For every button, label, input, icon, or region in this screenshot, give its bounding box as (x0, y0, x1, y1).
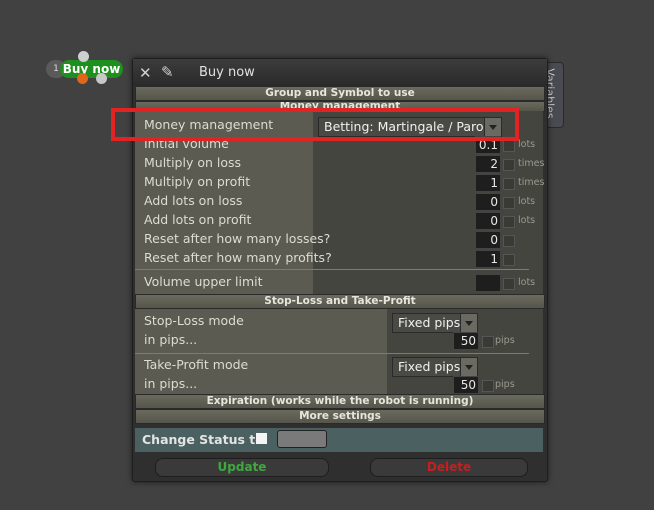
money-row-label: Add lots on loss (144, 193, 243, 208)
tp-mode-select[interactable]: Fixed pips (392, 357, 478, 377)
money-row-input[interactable]: 2 (475, 155, 501, 173)
divider (135, 353, 529, 354)
money-row: Multiply on profit 1 times (135, 174, 545, 193)
money-row-unit: times (518, 158, 545, 169)
close-icon[interactable]: ✕ (139, 64, 152, 82)
volume-upper-checkbox[interactable] (503, 278, 515, 290)
change-status-input[interactable] (277, 430, 327, 448)
money-row-input[interactable]: 0 (475, 193, 501, 211)
money-row-checkbox[interactable] (503, 254, 515, 266)
section-more-settings[interactable]: More settings (135, 409, 545, 424)
money-row-label: Reset after how many profits? (144, 250, 332, 265)
sl-pips-unit: pips (495, 335, 515, 346)
money-row-input[interactable]: 1 (475, 250, 501, 268)
variables-tab[interactable]: Variables (544, 62, 564, 128)
change-status-checkbox[interactable] (256, 433, 267, 444)
money-row-label: Reset after how many losses? (144, 231, 331, 246)
money-row-unit: lots (518, 215, 536, 226)
tp-pips-label: in pips... (144, 376, 198, 391)
update-button[interactable]: Update (155, 458, 329, 477)
money-row: Add lots on loss 0 lots (135, 193, 543, 212)
money-row-input[interactable]: 0 (475, 212, 501, 230)
block-window: ✕ ✎ Buy now Group and Symbol to use Mone… (111, 58, 548, 482)
money-row-unit: lots (518, 196, 536, 207)
connector-top-icon[interactable] (78, 51, 89, 62)
tp-pips-checkbox[interactable] (482, 380, 494, 392)
money-row: Reset after how many profits? 1 (135, 250, 543, 269)
money-row-checkbox[interactable] (503, 140, 515, 152)
window-title: Buy now (199, 65, 255, 80)
node-button[interactable]: Buy now (60, 60, 123, 78)
volume-upper-input[interactable] (475, 274, 501, 292)
money-row-label: Multiply on loss (144, 155, 242, 170)
chevron-down-icon[interactable] (460, 358, 477, 376)
section-sl-tp[interactable]: Stop-Loss and Take-Profit (135, 294, 545, 309)
money-row-label: Multiply on profit (144, 174, 251, 189)
connector-orange-icon[interactable] (77, 73, 88, 84)
volume-upper-label: Volume upper limit (144, 274, 263, 289)
delete-button[interactable]: Delete (370, 458, 528, 477)
money-row-unit: lots (518, 139, 536, 150)
sl-pips-checkbox[interactable] (482, 336, 494, 348)
money-row-checkbox[interactable] (503, 159, 515, 171)
money-row-label: Add lots on profit (144, 212, 252, 227)
money-row-input[interactable]: 0 (475, 231, 501, 249)
section-group-symbol[interactable]: Group and Symbol to use (135, 86, 545, 101)
connector-gray-icon[interactable] (96, 73, 107, 84)
money-row: Reset after how many losses? 0 (135, 231, 543, 250)
tp-pips-unit: pips (495, 379, 515, 390)
tp-pips-input[interactable]: 50 (453, 376, 479, 394)
sl-mode-row: Stop-Loss mode Fixed pips (135, 313, 543, 333)
section-expiration[interactable]: Expiration (works while the robot is run… (135, 394, 545, 409)
tp-mode-label: Take-Profit mode (144, 357, 249, 372)
sl-mode-select[interactable]: Fixed pips (392, 313, 478, 333)
chevron-down-icon[interactable] (460, 314, 477, 332)
sl-pips-row: in pips... 50 pips (135, 332, 543, 351)
change-status-label: Change Status to (142, 432, 264, 447)
volume-upper-unit: lots (518, 277, 536, 288)
highlight-box (111, 108, 519, 141)
money-row: Multiply on loss 2 times (135, 155, 545, 174)
money-row-checkbox[interactable] (503, 178, 515, 190)
volume-upper-row: Volume upper limit lots (135, 274, 543, 293)
divider (135, 269, 529, 270)
money-row-input[interactable]: 1 (475, 174, 501, 192)
sl-mode-value: Fixed pips (398, 315, 461, 330)
tp-mode-row: Take-Profit mode Fixed pips (135, 357, 543, 377)
pin-icon[interactable]: ✎ (161, 63, 174, 81)
sl-pips-input[interactable]: 50 (453, 332, 479, 350)
money-row-unit: times (518, 177, 545, 188)
money-row-checkbox[interactable] (503, 197, 515, 209)
money-row-checkbox[interactable] (503, 235, 515, 247)
sl-pips-label: in pips... (144, 332, 198, 347)
tp-mode-value: Fixed pips (398, 359, 461, 374)
window-titlebar[interactable]: ✕ ✎ Buy now (133, 59, 547, 86)
status-bar: Change Status to (135, 428, 543, 452)
sl-mode-label: Stop-Loss mode (144, 313, 244, 328)
money-row: Add lots on profit 0 lots (135, 212, 543, 231)
tp-pips-row: in pips... 50 pips (135, 376, 543, 395)
sltp-panel: Stop-Loss mode Fixed pips in pips... 50 … (135, 309, 543, 394)
money-row-checkbox[interactable] (503, 216, 515, 228)
